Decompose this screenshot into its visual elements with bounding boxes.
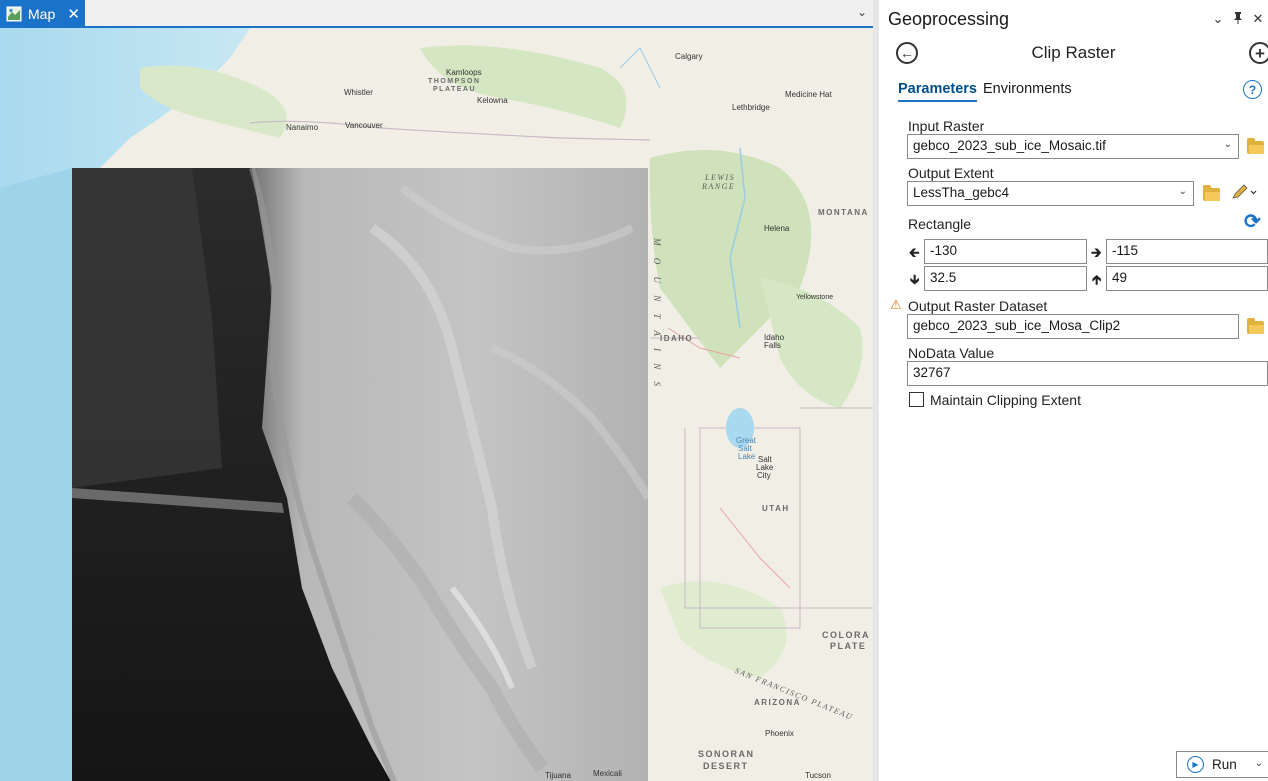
arrow-up-icon: 🡱	[1092, 272, 1102, 287]
output-extent-value: LessTha_gebc4	[913, 185, 1010, 200]
folder-icon[interactable]	[1203, 185, 1220, 201]
map-label-plateau: PLATEAU	[433, 86, 477, 93]
tool-title: Clip Raster	[1031, 43, 1116, 62]
play-icon: ▶	[1187, 756, 1204, 773]
map-label-mexicali: Mexicali	[593, 769, 622, 778]
rectangle-left-input[interactable]: -130	[924, 239, 1087, 264]
raster-layer	[72, 168, 648, 781]
arrow-down-icon: 🡳	[910, 272, 920, 287]
chevron-down-icon[interactable]: ⌄	[1255, 758, 1263, 769]
rectangle-label: Rectangle	[908, 216, 972, 232]
output-extent-label: Output Extent	[908, 165, 994, 181]
pencil-icon[interactable]	[1231, 183, 1257, 206]
pin-icon[interactable]	[1228, 11, 1248, 27]
chevron-down-icon: ⌄	[1178, 186, 1187, 197]
map-label-utah: UTAH	[762, 504, 790, 513]
tool-tabs: Parameters Environments ?	[892, 78, 1262, 104]
tab-map[interactable]: Map ✕	[0, 0, 85, 28]
rectangle-left-value: -130	[930, 243, 958, 258]
chevron-down-icon[interactable]: ⌄	[1208, 11, 1228, 27]
map-label-range: RANGE	[702, 182, 736, 191]
map-label-idaho-falls-2: Falls	[764, 341, 781, 350]
map-label-kelowna: Kelowna	[477, 96, 508, 105]
folder-icon[interactable]	[1247, 318, 1264, 334]
chevron-down-icon[interactable]: ⌄	[857, 5, 867, 19]
rectangle-top-value: 49	[1112, 270, 1128, 285]
add-icon[interactable]: +	[1249, 42, 1268, 64]
map-label-tucson: Tucson	[805, 771, 831, 780]
map-label-whistler: Whistler	[344, 88, 373, 97]
map-label-rocky-mountains: M O U N T A I N S	[652, 238, 662, 392]
map-label-vancouver: Vancouver	[345, 121, 383, 130]
chevron-down-icon: ⌄	[1223, 139, 1232, 150]
rectangle-right-value: -115	[1112, 243, 1139, 258]
tab-environments[interactable]: Environments	[983, 81, 1072, 97]
maintain-extent-checkbox[interactable]	[909, 392, 924, 407]
rectangle-bottom-value: 32.5	[930, 270, 957, 285]
help-icon[interactable]: ?	[1243, 80, 1262, 99]
map-label-tijuana: Tijuana	[545, 771, 571, 780]
map-label-sonoran-2: DESERT	[703, 761, 749, 771]
map-label-montana: MONTANA	[818, 208, 869, 217]
back-arrow-icon[interactable]: ←	[896, 42, 918, 64]
arrow-right-icon: 🡲	[1091, 245, 1102, 260]
map-label-great-salt-3: Lake	[738, 452, 756, 461]
rectangle-bottom-input[interactable]: 32.5	[924, 266, 1087, 291]
close-icon[interactable]: ✕	[1248, 11, 1268, 27]
run-button[interactable]: ▶ Run ⌄	[1176, 751, 1268, 778]
map-label-sonoran-1: SONORAN	[698, 749, 755, 759]
map-label-colorado-2: PLATE	[830, 641, 867, 651]
output-dataset-label: Output Raster Dataset	[908, 298, 1048, 314]
map-icon	[6, 6, 22, 22]
map-label-helena: Helena	[764, 224, 790, 233]
refresh-icon[interactable]: ⟳	[1244, 209, 1261, 234]
map-view[interactable]: Calgary Kamloops THOMPSON PLATEAU Whistl…	[0, 28, 873, 781]
input-raster-label: Input Raster	[908, 118, 985, 134]
map-label-slc-3: City	[757, 471, 771, 480]
maintain-extent-label: Maintain Clipping Extent	[930, 392, 1081, 408]
run-label: Run	[1212, 757, 1237, 772]
map-pane: Map ✕ ⌄ Calgary Kamloops THOMPSON PLATEA…	[0, 0, 873, 781]
warning-icon: ⚠	[890, 297, 902, 312]
map-label-kamloops: Kamloops	[446, 68, 482, 77]
map-tab-bar: Map ✕ ⌄	[0, 0, 873, 28]
map-label-lethbridge: Lethbridge	[732, 103, 770, 112]
nodata-input[interactable]: 32767	[907, 361, 1268, 386]
input-raster-select[interactable]: gebco_2023_sub_ice_Mosaic.tif ⌄	[907, 134, 1239, 159]
folder-icon[interactable]	[1247, 138, 1264, 154]
map-label-medicine-hat: Medicine Hat	[785, 90, 832, 99]
pencil-shape	[1232, 184, 1257, 199]
tab-parameters[interactable]: Parameters	[898, 81, 977, 102]
output-extent-select[interactable]: LessTha_gebc4 ⌄	[907, 181, 1194, 206]
nodata-value: 32767	[913, 365, 951, 380]
map-label-yellowstone: Yellowstone	[796, 294, 834, 301]
map-label-idaho: IDAHO	[660, 334, 694, 343]
gp-header: Geoprocessing ⌄ ✕	[879, 0, 1268, 38]
rectangle-top-input[interactable]: 49	[1106, 266, 1268, 291]
pin-shape	[1234, 11, 1242, 24]
map-label-arizona: ARIZONA	[754, 698, 801, 707]
nodata-label: NoData Value	[908, 345, 995, 361]
map-label-thompson: THOMPSON	[428, 78, 481, 85]
output-dataset-input[interactable]: gebco_2023_sub_ice_Mosa_Clip2	[907, 314, 1239, 339]
map-label-calgary: Calgary	[675, 52, 703, 61]
rectangle-right-input[interactable]: -115	[1106, 239, 1268, 264]
map-label-lewis: LEWIS	[705, 173, 736, 182]
pane-title: Geoprocessing	[888, 8, 1010, 29]
close-icon[interactable]: ✕	[67, 5, 80, 23]
tab-map-label: Map	[28, 6, 56, 22]
tool-header: Clip Raster ← +	[879, 38, 1268, 70]
arrow-left-icon: 🡰	[909, 245, 920, 260]
map-label-phoenix: Phoenix	[765, 729, 794, 738]
map-label-colorado-1: COLORA	[822, 630, 870, 640]
input-raster-value: gebco_2023_sub_ice_Mosaic.tif	[913, 138, 1106, 153]
map-label-nanaimo: Nanaimo	[286, 123, 319, 132]
geoprocessing-pane: Geoprocessing ⌄ ✕ Clip Raster ← + Parame…	[873, 0, 1268, 781]
output-dataset-value: gebco_2023_sub_ice_Mosa_Clip2	[913, 318, 1121, 333]
